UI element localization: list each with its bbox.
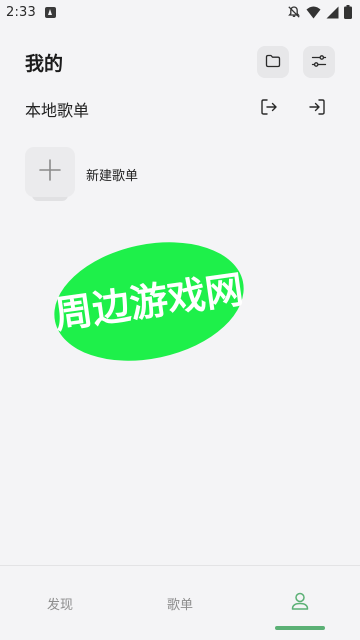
watermark-logo: 周边游戏网 xyxy=(52,241,246,362)
wifi-icon xyxy=(306,6,321,19)
import-icon xyxy=(308,98,326,120)
header: 我的 xyxy=(25,46,335,78)
export-button[interactable] xyxy=(257,97,281,121)
sliders-icon xyxy=(311,53,327,72)
nav-profile[interactable] xyxy=(240,566,360,640)
my-page-screen: 2:33 我的 本地歌单 新建歌单 周边游戏网 发现 歌单 xyxy=(0,0,360,640)
header-actions xyxy=(257,46,335,78)
local-playlists-header: 本地歌单 xyxy=(25,94,335,124)
export-icon xyxy=(260,98,278,120)
import-button[interactable] xyxy=(305,97,329,121)
section-actions xyxy=(257,97,329,121)
section-title: 本地歌单 xyxy=(25,101,90,120)
new-playlist-item[interactable]: 新建歌单 xyxy=(25,146,138,202)
folder-icon xyxy=(265,53,281,72)
new-playlist-label: 新建歌单 xyxy=(86,168,139,184)
status-time: 2:33 xyxy=(6,4,36,20)
bell-off-icon xyxy=(287,5,301,19)
status-bar: 2:33 xyxy=(0,0,360,24)
profile-icon xyxy=(290,591,310,615)
nav-playlists[interactable]: 歌单 xyxy=(120,566,240,640)
cell-signal-icon xyxy=(326,6,339,19)
bottom-nav: 发现 歌单 xyxy=(0,565,360,640)
new-playlist-cover xyxy=(25,147,75,201)
folder-button[interactable] xyxy=(257,46,289,78)
page-title: 我的 xyxy=(25,52,64,75)
nav-playlists-label: 歌单 xyxy=(166,597,193,613)
settings-button[interactable] xyxy=(303,46,335,78)
nav-discover-label: 发现 xyxy=(46,597,73,613)
app-notification-icon xyxy=(45,6,56,18)
battery-icon xyxy=(344,5,352,19)
active-tab-indicator xyxy=(275,626,325,630)
nav-discover[interactable]: 发现 xyxy=(0,566,120,640)
status-icons xyxy=(287,5,352,19)
plus-icon xyxy=(39,159,61,185)
